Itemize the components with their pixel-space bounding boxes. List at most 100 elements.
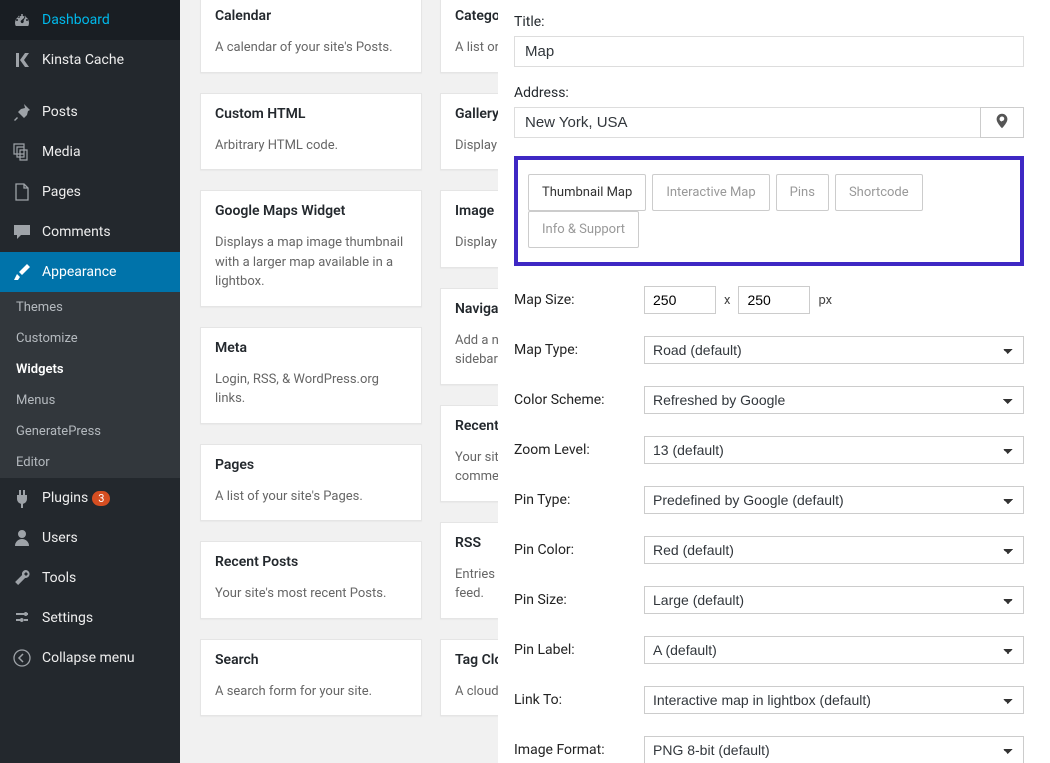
submenu-generatepress[interactable]: GeneratePress (0, 416, 180, 447)
widget-title: Recent Posts (201, 542, 421, 582)
config-row-label: Map Type: (514, 342, 644, 358)
appearance-submenu: Themes Customize Widgets Menus GenerateP… (0, 292, 180, 478)
widget-title: Custom HTML (201, 94, 421, 134)
widget-card[interactable]: SearchA search form for your site. (200, 639, 422, 717)
tab-thumbnail-map[interactable]: Thumbnail Map (528, 174, 646, 211)
submenu-themes[interactable]: Themes (0, 292, 180, 323)
widget-title: Google Maps Widget (201, 191, 421, 231)
collapse-icon (12, 648, 32, 668)
config-select[interactable]: Predefined by Google (default) (644, 486, 1024, 514)
config-row-label: Link To: (514, 692, 644, 708)
wrench-icon (12, 568, 32, 588)
locate-button[interactable] (980, 107, 1024, 138)
widget-desc: Your site's most recent Posts. (201, 582, 421, 618)
widget-title: Pages (201, 445, 421, 485)
config-row-label: Color Scheme: (514, 392, 644, 408)
map-size-label: Map Size: (514, 292, 644, 308)
comment-icon (12, 222, 32, 242)
settings-icon (12, 608, 32, 628)
sidebar-item-comments[interactable]: Comments (0, 212, 180, 252)
config-row-label: Pin Size: (514, 592, 644, 608)
tab-shortcode[interactable]: Shortcode (835, 174, 923, 211)
tab-pins[interactable]: Pins (776, 174, 829, 211)
sidebar-item-label: Plugins (42, 490, 88, 506)
widget-card[interactable]: Custom HTMLArbitrary HTML code. (200, 93, 422, 171)
widget-card[interactable]: Google Maps WidgetDisplays a map image t… (200, 190, 422, 307)
widget-card[interactable]: Recent PostsYour site's most recent Post… (200, 541, 422, 619)
sidebar-item-posts[interactable]: Posts (0, 92, 180, 132)
config-row-label: Pin Label: (514, 642, 644, 658)
widget-card[interactable]: MetaLogin, RSS, & WordPress.org links. (200, 327, 422, 424)
map-pin-icon (993, 112, 1011, 134)
dashboard-icon (12, 10, 32, 30)
widget-desc: Arbitrary HTML code. (201, 134, 421, 170)
map-height-input[interactable] (738, 286, 810, 314)
sidebar-item-label: Kinsta Cache (42, 52, 124, 68)
config-select[interactable]: PNG 8-bit (default) (644, 736, 1024, 763)
sidebar-item-kinsta[interactable]: Kinsta Cache (0, 40, 180, 80)
submenu-menus[interactable]: Menus (0, 385, 180, 416)
config-row-label: Pin Color: (514, 542, 644, 558)
sidebar-item-tools[interactable]: Tools (0, 558, 180, 598)
widget-title: Search (201, 640, 421, 680)
config-row: Pin Size:Large (default) (514, 586, 1024, 614)
widget-desc: A calendar of your site's Posts. (201, 36, 421, 72)
kinsta-icon (12, 50, 32, 70)
submenu-widgets[interactable]: Widgets (0, 354, 180, 385)
submenu-customize[interactable]: Customize (0, 323, 180, 354)
user-icon (12, 528, 32, 548)
submenu-editor[interactable]: Editor (0, 447, 180, 478)
address-label: Address: (514, 85, 1024, 101)
widget-card[interactable]: PagesA list of your site's Pages. (200, 444, 422, 522)
sidebar-item-label: Appearance (42, 264, 116, 280)
config-row: Pin Type:Predefined by Google (default) (514, 486, 1024, 514)
config-select[interactable]: Large (default) (644, 586, 1024, 614)
plug-icon (12, 488, 32, 508)
widget-card[interactable]: CalendarA calendar of your site's Posts. (200, 0, 422, 73)
sidebar-item-media[interactable]: Media (0, 132, 180, 172)
title-input[interactable] (514, 36, 1024, 67)
config-row-label: Image Format: (514, 742, 644, 758)
sidebar-item-label: Pages (42, 184, 81, 200)
widget-title: Calendar (201, 0, 421, 36)
config-row: Link To:Interactive map in lightbox (def… (514, 686, 1024, 714)
sidebar-item-settings[interactable]: Settings (0, 598, 180, 638)
sidebar-item-collapse[interactable]: Collapse menu (0, 638, 180, 678)
sidebar-item-dashboard[interactable]: Dashboard (0, 0, 180, 40)
media-icon (12, 142, 32, 162)
config-row: Pin Color:Red (default) (514, 536, 1024, 564)
address-input[interactable] (514, 107, 981, 138)
widget-settings-panel: Title: Address: Thumbnail MapInteractive… (498, 0, 1050, 763)
sidebar-item-plugins[interactable]: Plugins 3 (0, 478, 180, 518)
config-row-label: Pin Type: (514, 492, 644, 508)
plugin-update-badge: 3 (92, 491, 110, 506)
sidebar-item-pages[interactable]: Pages (0, 172, 180, 212)
config-row: Image Format:PNG 8-bit (default) (514, 736, 1024, 763)
sidebar-item-label: Media (42, 144, 81, 160)
title-label: Title: (514, 14, 1024, 30)
widget-title: Meta (201, 328, 421, 368)
widget-desc: Displays a map image thumbnail with a la… (201, 231, 421, 306)
widget-desc: Login, RSS, & WordPress.org links. (201, 368, 421, 423)
widget-desc: A search form for your site. (201, 680, 421, 716)
config-select[interactable]: Red (default) (644, 536, 1024, 564)
tabs-highlight-box: Thumbnail MapInteractive MapPinsShortcod… (514, 156, 1024, 266)
tab-info-support[interactable]: Info & Support (528, 211, 639, 248)
brush-icon (12, 262, 32, 282)
sidebar-item-label: Dashboard (42, 12, 110, 28)
config-row: Pin Label:A (default) (514, 636, 1024, 664)
config-select[interactable]: A (default) (644, 636, 1024, 664)
sidebar-item-users[interactable]: Users (0, 518, 180, 558)
page-icon (12, 182, 32, 202)
config-select[interactable]: Road (default) (644, 336, 1024, 364)
config-select[interactable]: Interactive map in lightbox (default) (644, 686, 1024, 714)
sidebar-item-label: Users (42, 530, 78, 546)
widget-col-left: CalendarA calendar of your site's Posts.… (200, 0, 422, 716)
map-width-input[interactable] (644, 286, 716, 314)
size-separator: x (724, 293, 730, 308)
sidebar-item-appearance[interactable]: Appearance (0, 252, 180, 292)
widget-desc: A list of your site's Pages. (201, 485, 421, 521)
tab-interactive-map[interactable]: Interactive Map (652, 174, 769, 211)
config-select[interactable]: Refreshed by Google (644, 386, 1024, 414)
config-select[interactable]: 13 (default) (644, 436, 1024, 464)
